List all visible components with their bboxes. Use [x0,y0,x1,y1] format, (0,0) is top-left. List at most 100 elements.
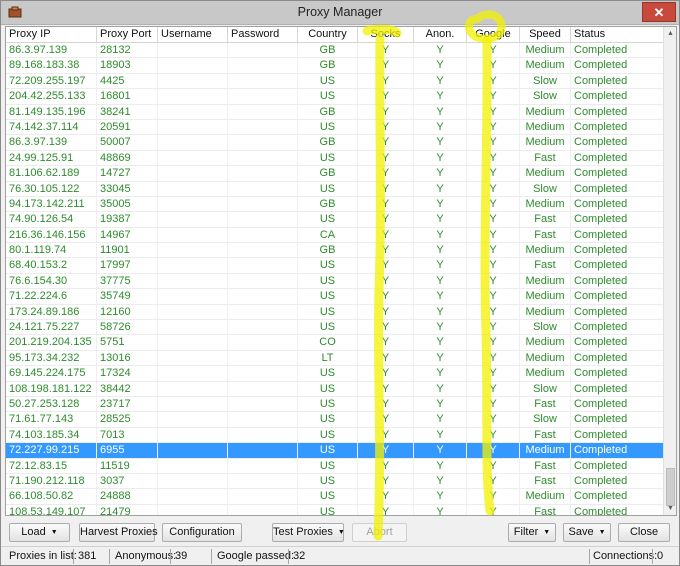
table-row[interactable]: 76.6.154.30 37775 US Y Y Y Medium Completed [6,273,664,290]
cell-country: GB [298,243,358,259]
table-row[interactable]: 66.108.50.82 24888 US Y Y Y Medium Completed [6,489,664,505]
table-row[interactable]: 24.99.125.91 48869 US Y Y Y Fast Completed [6,150,664,167]
table-row[interactable]: 24.121.75.227 58726 US Y Y Y Slow Completed [6,320,664,336]
table-row[interactable]: 89.168.183.38 18903 GB Y Y Y Medium Completed [6,58,664,74]
column-header-status[interactable]: Status [571,27,664,43]
column-header-country[interactable]: Country [298,27,358,43]
cell-pass [228,504,298,515]
table-row[interactable]: 204.42.255.133 16801 US Y Y Y Slow Completed [6,89,664,105]
cell-socks: Y [358,43,414,58]
table-row[interactable]: 74.90.126.54 19387 US Y Y Y Fast Completed [6,212,664,228]
toolbar: Load ▼ Harvest Proxies Configuration Test… [1,520,679,546]
column-header-socks[interactable]: Socks [358,27,414,43]
table-row[interactable]: 94.173.142.211 35005 GB Y Y Y Medium Completed [6,196,664,213]
grid-body[interactable]: 86.3.97.139 28132 GB Y Y Y Medium Completed 89.1… [6,43,664,515]
table-row[interactable]: 76.30.105.122 33045 US Y Y Y Slow Completed [6,181,664,197]
cell-speed: Medium [520,243,571,259]
cell-anon: Y [414,166,467,182]
cell-google: Y [467,181,520,197]
column-header-user[interactable]: Username [158,27,228,43]
cell-status: Completed [571,212,664,228]
configuration-button[interactable]: Configuration [162,523,242,542]
status-divider [109,549,110,564]
cell-status: Completed [571,443,664,459]
scroll-up-arrow-icon[interactable]: ▲ [666,29,675,38]
table-row[interactable]: 95.173.34.232 13016 LT Y Y Y Medium Completed [6,350,664,367]
cell-anon: Y [414,396,467,412]
save-button[interactable]: Save ▼ [563,523,611,542]
table-row[interactable]: 173.24.89.186 12160 US Y Y Y Medium Completed [6,304,664,321]
table-row[interactable]: 72.12.83.15 11519 US Y Y Y Fast Completed [6,458,664,474]
load-button[interactable]: Load ▼ [9,523,70,542]
table-row[interactable]: 69.145.224.175 17324 US Y Y Y Medium Completed [6,366,664,382]
close-window-button[interactable]: ✕ [642,2,676,22]
table-row[interactable]: 74.142.37.114 20591 US Y Y Y Medium Completed [6,119,664,136]
column-header-port[interactable]: Proxy Port [97,27,158,43]
table-row[interactable]: 71.22.224.6 35749 US Y Y Y Medium Completed [6,289,664,305]
proxies-in-list-value: 381 [73,549,96,564]
column-header-ip[interactable]: Proxy IP [6,27,97,43]
table-row[interactable]: 71.61.77.143 28525 US Y Y Y Slow Completed [6,412,664,428]
cell-status: Completed [571,320,664,336]
table-row[interactable]: 72.209.255.197 4425 US Y Y Y Slow Completed [6,73,664,90]
scroll-down-arrow-icon[interactable]: ▼ [666,504,675,513]
table-row[interactable]: 108.53.149.107 21479 US Y Y Y Fast Completed [6,504,664,515]
cell-anon: Y [414,196,467,212]
table-row[interactable]: 81.149.135.196 38241 GB Y Y Y Medium Completed [6,104,664,120]
cell-status: Completed [571,243,664,259]
cell-ip: 76.30.105.122 [6,181,97,197]
proxy-grid[interactable]: Proxy IP Proxy Port Username Password Countr… [5,26,677,516]
scroll-thumb[interactable] [666,468,675,506]
table-row[interactable]: 86.3.97.139 50007 GB Y Y Y Medium Completed [6,135,664,151]
cell-user [158,289,228,305]
cell-ip: 86.3.97.139 [6,43,97,58]
cell-socks: Y [358,427,414,443]
status-divider [211,549,212,564]
cell-speed: Fast [520,458,571,474]
cell-google: Y [467,212,520,228]
test-proxies-button[interactable]: Test Proxies ▼ [272,523,345,542]
cell-ip: 89.168.183.38 [6,58,97,74]
cell-country: GB [298,58,358,74]
cell-user [158,504,228,515]
close-button[interactable]: Close [618,523,670,542]
abort-button[interactable]: Abort [352,523,407,542]
table-row[interactable]: 68.40.153.2 17997 US Y Y Y Fast Completed [6,258,664,274]
save-label: Save [568,526,594,538]
harvest-proxies-button[interactable]: Harvest Proxies [79,523,158,542]
cell-pass [228,289,298,305]
cell-speed: Fast [520,212,571,228]
cell-speed: Medium [520,135,571,151]
cell-country: GB [298,166,358,182]
column-header-anon[interactable]: Anon. [414,27,467,43]
cell-speed: Fast [520,504,571,515]
cell-country: US [298,412,358,428]
table-row[interactable]: 216.36.146.156 14967 CA Y Y Y Fast Completed [6,227,664,244]
filter-button[interactable]: Filter ▼ [508,523,556,542]
table-row[interactable]: 72.227.99.215 6955 US Y Y Y Medium Completed [6,443,664,459]
column-header-pass[interactable]: Password [228,27,298,43]
cell-anon: Y [414,212,467,228]
cell-status: Completed [571,181,664,197]
table-row[interactable]: 71.190.212.118 3037 US Y Y Y Fast Completed [6,473,664,490]
column-header-speed[interactable]: Speed [520,27,571,43]
table-row[interactable]: 80.1.119.74 11901 GB Y Y Y Medium Completed [6,243,664,259]
cell-status: Completed [571,273,664,289]
table-row[interactable]: 201.219.204.135 5751 CO Y Y Y Medium Completed [6,335,664,351]
table-row[interactable]: 74.103.185.34 7013 US Y Y Y Fast Completed [6,427,664,444]
cell-ip: 81.106.62.189 [6,166,97,182]
vertical-scrollbar[interactable]: ▲ ▼ [663,27,676,515]
table-row[interactable]: 81.106.62.189 14727 GB Y Y Y Medium Completed [6,166,664,182]
cell-socks: Y [358,366,414,382]
cell-user [158,489,228,505]
table-row[interactable]: 50.27.253.128 23717 US Y Y Y Fast Completed [6,396,664,413]
cell-port: 11901 [97,243,158,259]
cell-ip: 66.108.50.82 [6,489,97,505]
table-row[interactable]: 108.198.181.122 38442 US Y Y Y Slow Completed [6,381,664,397]
table-row[interactable]: 86.3.97.139 28132 GB Y Y Y Medium Completed [6,43,664,59]
cell-ip: 74.142.37.114 [6,119,97,135]
cell-speed: Medium [520,119,571,135]
column-header-google[interactable]: Google [467,27,520,43]
title-bar[interactable]: Proxy Manager ✕ [1,1,679,25]
cell-google: Y [467,150,520,166]
